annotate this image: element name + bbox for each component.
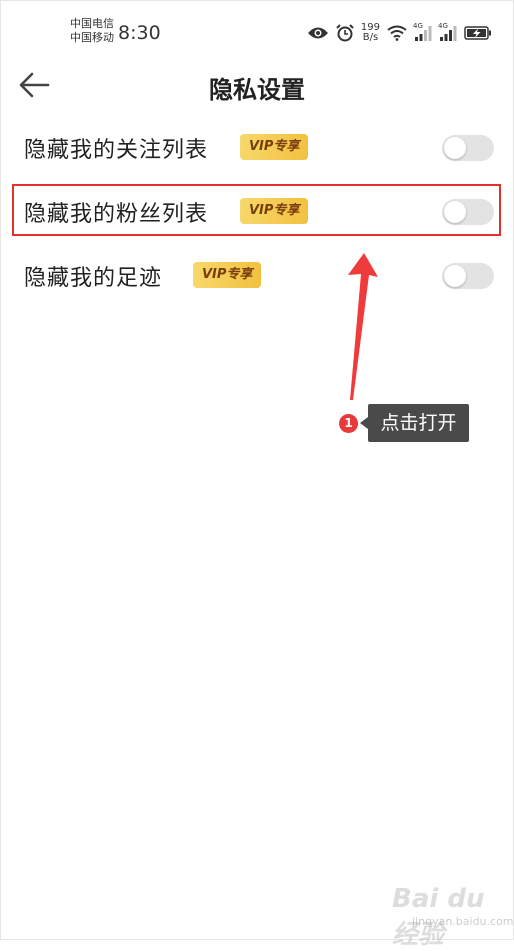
vip-badge: VIP专享 [193, 262, 262, 288]
callout-tooltip: 点击打开 [360, 404, 469, 442]
page-title: 隐私设置 [209, 76, 305, 104]
vip-badge: VIP专享 [240, 134, 309, 160]
step-number-badge: 1 [339, 414, 358, 433]
wifi-icon [387, 25, 407, 41]
hide-following-toggle[interactable] [442, 135, 494, 161]
net-speed-unit: B/s [362, 32, 379, 43]
pointer-arrow-icon [348, 253, 378, 400]
toggle-knob [444, 265, 466, 287]
highlight-box [12, 184, 501, 236]
hide-footprint-toggle[interactable] [442, 263, 494, 289]
carrier-1: 中国电信 [70, 17, 114, 30]
status-bar: 中国电信 中国移动 8:30 199 B/s 4G 4G [0, 0, 514, 62]
setting-label: 隐藏我的关注列表 [24, 138, 209, 163]
network-type-1: 4G [413, 22, 423, 30]
setting-row-hide-footprint: 隐藏我的足迹 VIP专享 [0, 248, 514, 304]
top-app-bar: 隐私设置 [0, 62, 514, 110]
status-icons: 199 B/s 4G 4G [307, 22, 492, 44]
signal-icon: 4G [413, 22, 432, 41]
setting-row-hide-following: 隐藏我的关注列表 VIP专享 [0, 120, 514, 176]
eye-icon [307, 26, 329, 40]
setting-label: 隐藏我的足迹 [24, 266, 163, 291]
toggle-knob [444, 137, 466, 159]
battery-charging-icon [464, 25, 492, 41]
net-speed: 199 B/s [361, 23, 380, 43]
status-time: 8:30 [118, 22, 161, 44]
carrier-2: 中国移动 [70, 31, 114, 44]
signal-icon: 4G [438, 22, 457, 41]
carrier-info: 中国电信 中国移动 [70, 17, 114, 45]
alarm-icon [336, 24, 354, 42]
watermark-url: jingyan.baidu.com [412, 915, 514, 928]
network-type-2: 4G [438, 22, 448, 30]
